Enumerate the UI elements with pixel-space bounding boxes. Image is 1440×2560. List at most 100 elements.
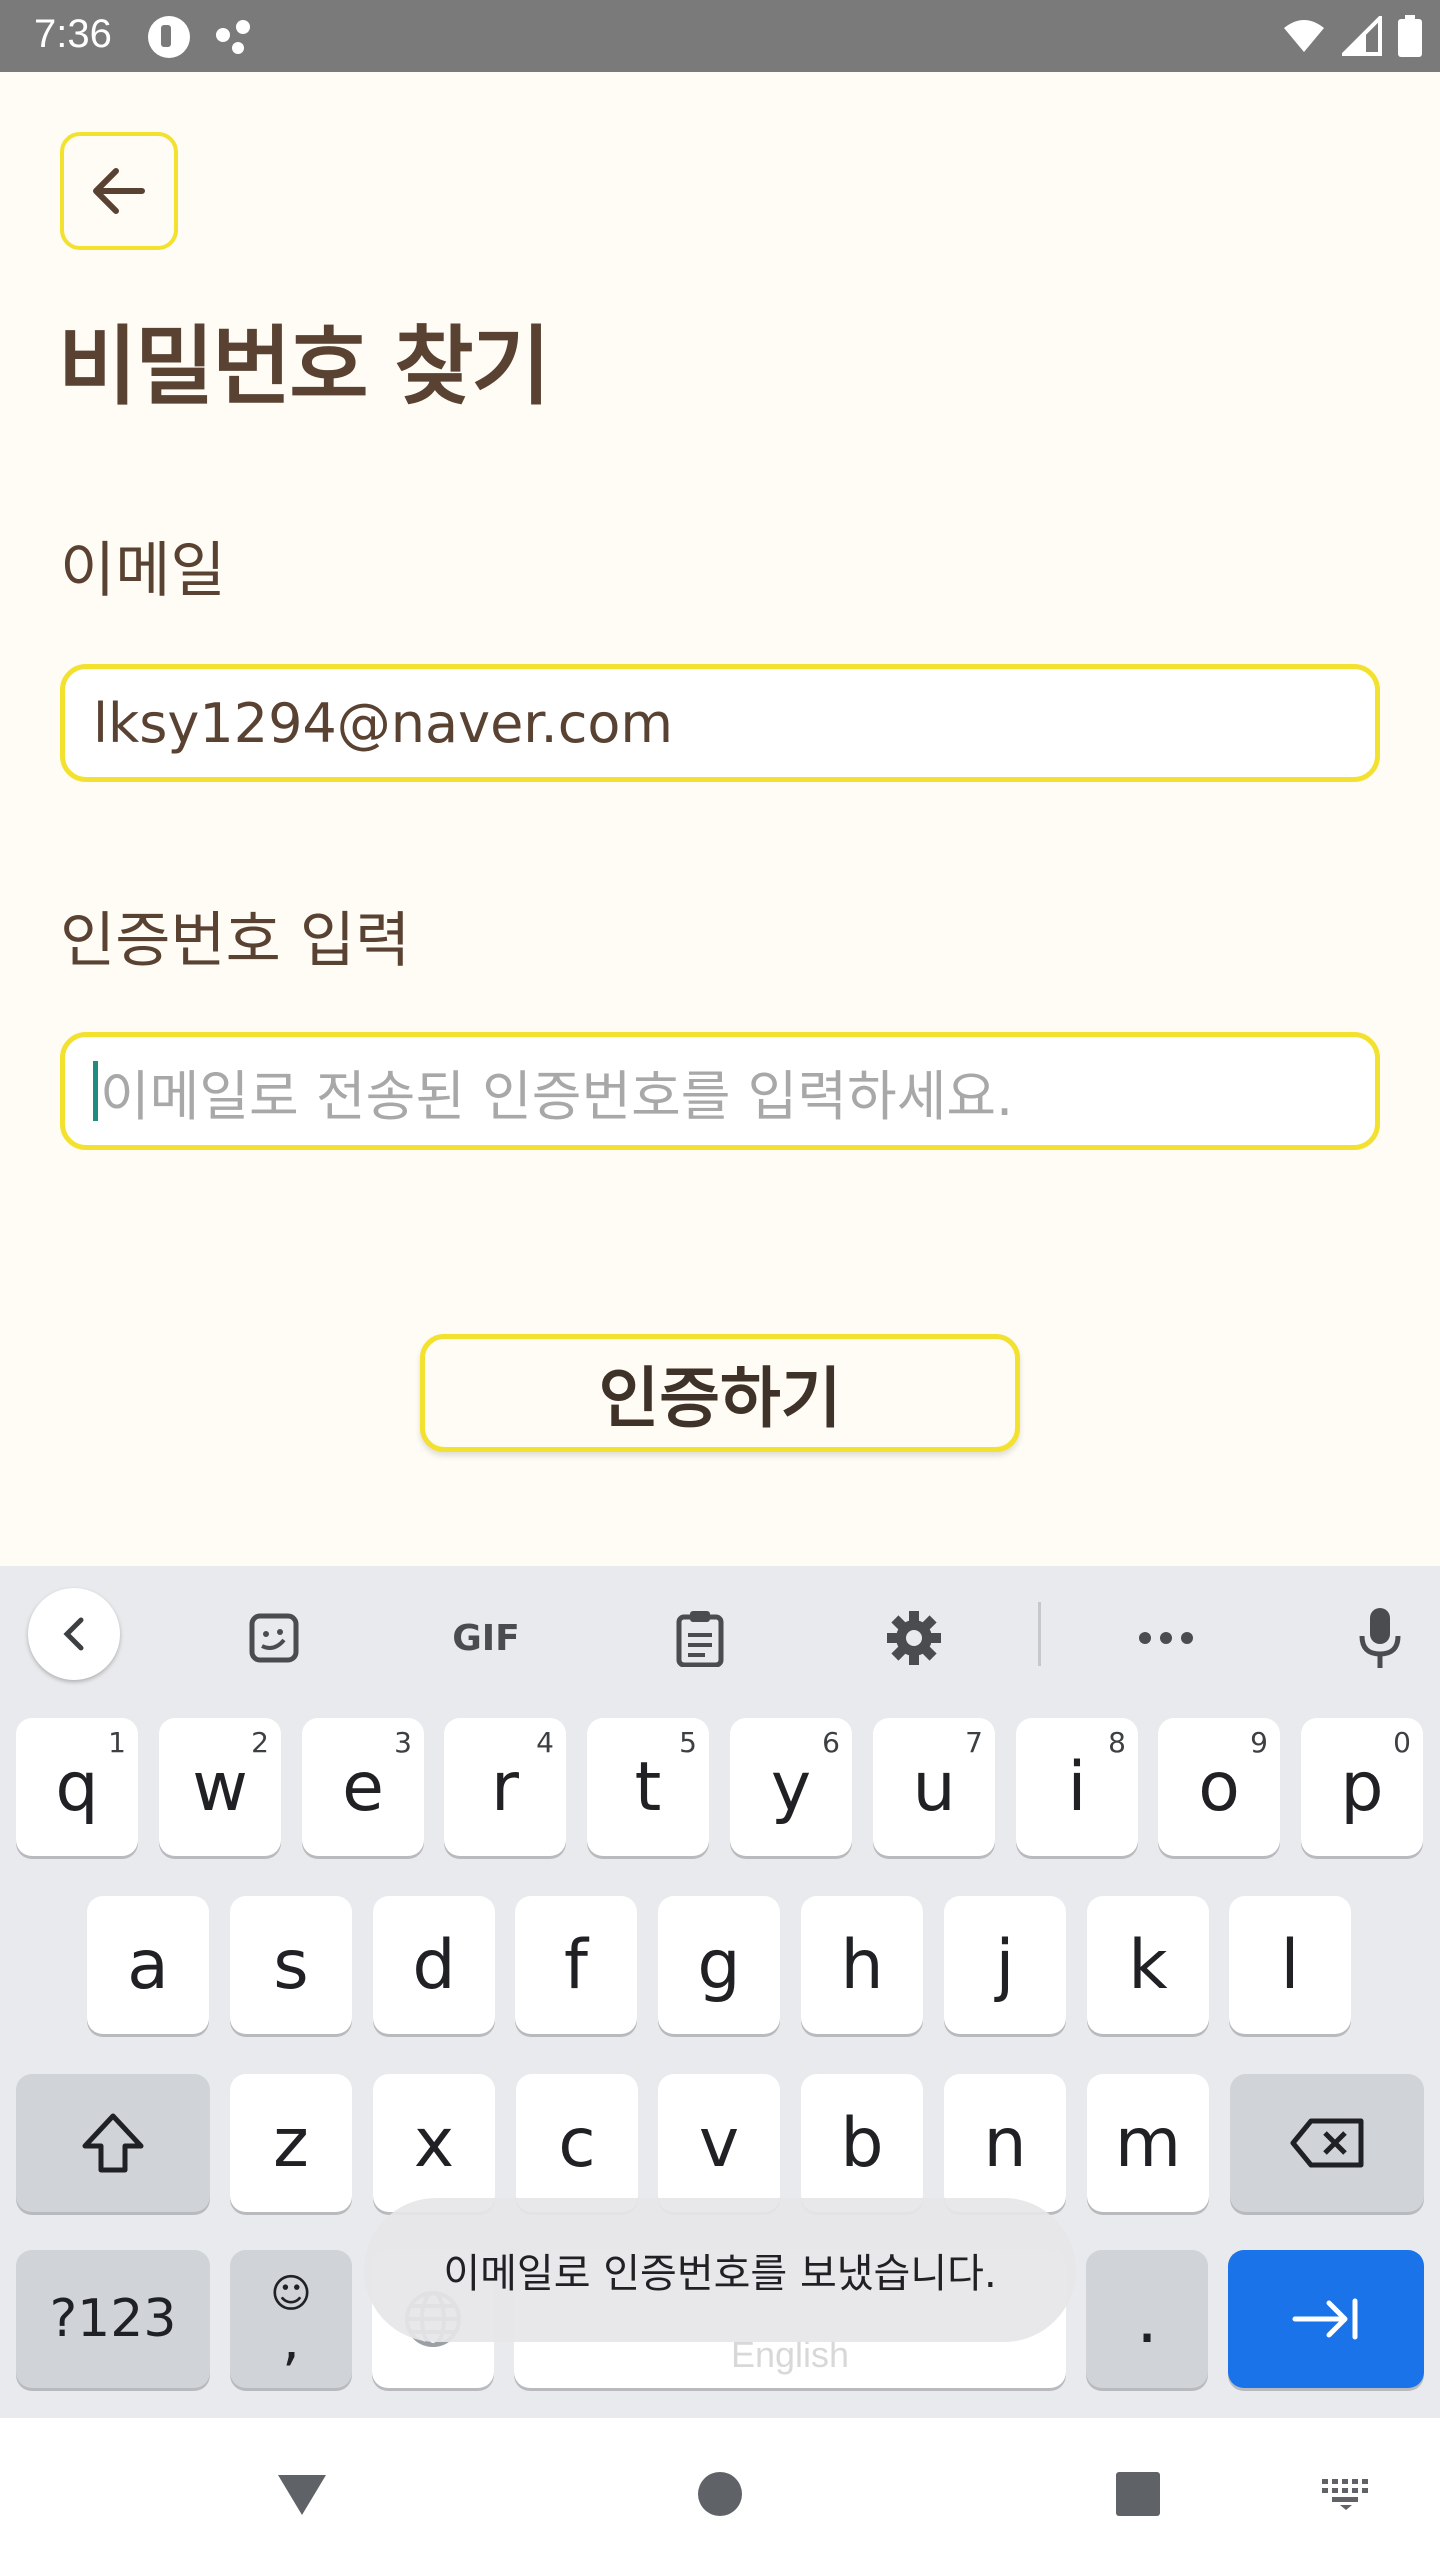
key-r[interactable]: r4 bbox=[444, 1718, 566, 1856]
verification-code-field[interactable]: 이메일로 전송된 인증번호를 입력하세요. bbox=[60, 1032, 1380, 1150]
email-field[interactable]: lksy1294@naver.com bbox=[60, 664, 1380, 782]
toast-message: 이메일로 인증번호를 보냈습니다. bbox=[364, 2198, 1076, 2342]
key-x[interactable]: x bbox=[373, 2074, 495, 2212]
key-label: c bbox=[558, 2103, 596, 2183]
key-hint: 3 bbox=[394, 1726, 412, 1759]
key-e[interactable]: e3 bbox=[302, 1718, 424, 1856]
nav-home-button[interactable] bbox=[680, 2454, 760, 2534]
key-label: y bbox=[770, 1747, 812, 1827]
settings-button[interactable] bbox=[868, 1592, 960, 1684]
key-label: j bbox=[995, 1925, 1015, 2005]
shift-key[interactable] bbox=[16, 2074, 210, 2212]
symbols-key[interactable]: ?123 bbox=[16, 2250, 210, 2388]
key-label: e bbox=[342, 1747, 384, 1827]
toolbar-divider bbox=[1038, 1602, 1041, 1666]
key-f[interactable]: f bbox=[515, 1896, 637, 2034]
keyboard-toolbar: GIF bbox=[0, 1566, 1440, 1702]
arrow-left-icon bbox=[93, 168, 145, 214]
signal-icon bbox=[1342, 16, 1382, 56]
clipboard-icon bbox=[676, 1611, 724, 1667]
key-l[interactable]: l bbox=[1229, 1896, 1351, 2034]
key-hint: 0 bbox=[1393, 1726, 1411, 1759]
key-y[interactable]: y6 bbox=[730, 1718, 852, 1856]
next-field-icon bbox=[1292, 2298, 1358, 2340]
key-label: w bbox=[192, 1747, 248, 1827]
email-label: 이메일 bbox=[60, 536, 226, 606]
gif-button[interactable]: GIF bbox=[440, 1592, 532, 1684]
key-p[interactable]: p0 bbox=[1301, 1718, 1423, 1856]
key-s[interactable]: s bbox=[230, 1896, 352, 2034]
back-button[interactable] bbox=[60, 132, 178, 250]
text-caret bbox=[93, 1061, 98, 1121]
key-hint: 7 bbox=[965, 1726, 983, 1759]
key-i[interactable]: i8 bbox=[1016, 1718, 1138, 1856]
enter-key[interactable] bbox=[1228, 2250, 1424, 2388]
backspace-key[interactable] bbox=[1230, 2074, 1424, 2212]
key-hint: 2 bbox=[251, 1726, 269, 1759]
key-hint: 6 bbox=[822, 1726, 840, 1759]
chevron-left-icon bbox=[63, 1617, 84, 1651]
key-k[interactable]: k bbox=[1087, 1896, 1209, 2034]
key-label: m bbox=[1114, 2103, 1182, 2183]
key-w[interactable]: w2 bbox=[159, 1718, 281, 1856]
code-label: 인증번호 입력 bbox=[60, 906, 411, 976]
key-d[interactable]: d bbox=[373, 1896, 495, 2034]
key-t[interactable]: t5 bbox=[587, 1718, 709, 1856]
key-g[interactable]: g bbox=[658, 1896, 780, 2034]
key-hint: 9 bbox=[1250, 1726, 1268, 1759]
more-button[interactable] bbox=[1120, 1592, 1212, 1684]
status-time: 7:36 bbox=[34, 12, 112, 56]
key-label: u bbox=[912, 1747, 956, 1827]
microphone-icon bbox=[1359, 1608, 1401, 1668]
nav-recents-button[interactable] bbox=[1098, 2454, 1178, 2534]
sticker-icon bbox=[249, 1613, 299, 1663]
key-label: i bbox=[1067, 1747, 1087, 1827]
key-hint: 5 bbox=[679, 1726, 697, 1759]
key-label: n bbox=[983, 2103, 1027, 2183]
voice-input-button[interactable] bbox=[1334, 1592, 1426, 1684]
keyboard-collapse-button[interactable] bbox=[28, 1588, 120, 1680]
key-hint: 4 bbox=[536, 1726, 554, 1759]
key-a[interactable]: a bbox=[87, 1896, 209, 2034]
key-label: s bbox=[273, 1925, 309, 2005]
nav-back-button[interactable] bbox=[262, 2454, 342, 2534]
key-label: o bbox=[1198, 1747, 1240, 1827]
key-label: l bbox=[1280, 1925, 1300, 2005]
triangle-down-icon bbox=[278, 2475, 326, 2515]
square-icon bbox=[1116, 2472, 1160, 2516]
key-hint: 1 bbox=[108, 1726, 126, 1759]
key-label: g bbox=[697, 1925, 741, 2005]
clipboard-button[interactable] bbox=[654, 1592, 746, 1684]
key-label: r bbox=[491, 1747, 519, 1827]
email-value: lksy1294@naver.com bbox=[93, 691, 674, 755]
period-key[interactable]: . bbox=[1086, 2250, 1208, 2388]
comma-label: , bbox=[282, 2308, 300, 2373]
key-b[interactable]: b bbox=[801, 2074, 923, 2212]
code-placeholder: 이메일로 전송된 인증번호를 입력하세요. bbox=[100, 1064, 1014, 1128]
key-q[interactable]: q1 bbox=[16, 1718, 138, 1856]
sticker-button[interactable] bbox=[228, 1592, 320, 1684]
key-o[interactable]: o9 bbox=[1158, 1718, 1280, 1856]
key-label: p bbox=[1340, 1747, 1384, 1827]
page-title: 비밀번호 찾기 bbox=[58, 317, 551, 417]
key-n[interactable]: n bbox=[944, 2074, 1066, 2212]
key-v[interactable]: v bbox=[658, 2074, 780, 2212]
app-notification-icon bbox=[148, 16, 190, 58]
verify-button[interactable]: 인증하기 bbox=[420, 1334, 1020, 1452]
key-hint: 8 bbox=[1108, 1726, 1126, 1759]
key-label: b bbox=[840, 2103, 884, 2183]
key-label: k bbox=[1128, 1925, 1168, 2005]
key-z[interactable]: z bbox=[230, 2074, 352, 2212]
key-c[interactable]: c bbox=[516, 2074, 638, 2212]
navigation-bar bbox=[0, 2418, 1440, 2560]
key-m[interactable]: m bbox=[1087, 2074, 1209, 2212]
key-label: q bbox=[55, 1747, 99, 1827]
key-u[interactable]: u7 bbox=[873, 1718, 995, 1856]
more-icon bbox=[1139, 1632, 1193, 1644]
key-h[interactable]: h bbox=[801, 1896, 923, 2034]
key-label: v bbox=[698, 2103, 740, 2183]
shift-icon bbox=[82, 2113, 144, 2173]
key-j[interactable]: j bbox=[944, 1896, 1066, 2034]
emoji-comma-key[interactable]: ☺ , bbox=[230, 2250, 352, 2388]
keyboard-switcher-button[interactable] bbox=[1306, 2454, 1386, 2534]
